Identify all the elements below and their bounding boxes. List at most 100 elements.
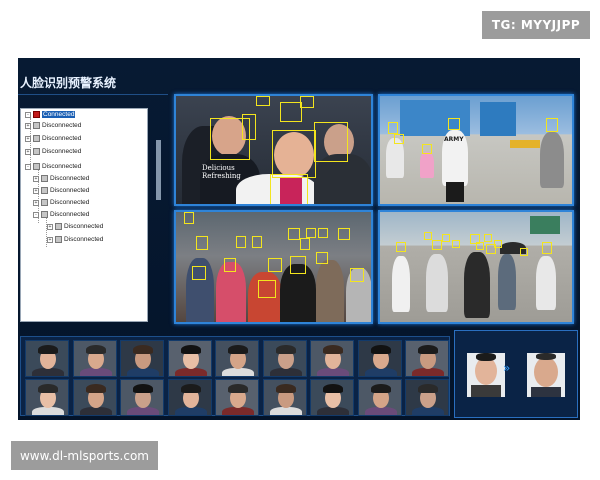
hair bbox=[323, 384, 343, 393]
captured-face-thumb[interactable] bbox=[310, 340, 354, 377]
captured-face-thumb[interactable] bbox=[262, 340, 307, 377]
camera-1-scene: Delicious Refreshing bbox=[176, 96, 371, 204]
alert-face-database[interactable] bbox=[527, 353, 565, 397]
captured-face-thumb[interactable] bbox=[167, 379, 212, 416]
tree-item-label: Disconnected bbox=[50, 211, 90, 218]
app-title: 人脸识别预警系统 bbox=[20, 76, 117, 90]
face-detection-box bbox=[224, 258, 236, 272]
camera-feed-2[interactable]: ARMY bbox=[378, 94, 574, 206]
watermark-url: www.dl-mlsports.com bbox=[11, 441, 158, 470]
collapse-icon[interactable]: - bbox=[33, 211, 39, 218]
face-detection-box bbox=[396, 242, 406, 252]
expand-icon[interactable]: + bbox=[47, 223, 53, 230]
shoulders bbox=[79, 407, 112, 415]
captured-face-thumb[interactable] bbox=[25, 379, 69, 416]
person-figure bbox=[386, 138, 404, 178]
device-tree-panel[interactable]: - Connected + Disconnected + Disconnecte… bbox=[20, 108, 148, 322]
shoulders bbox=[79, 368, 112, 376]
collapse-icon[interactable]: - bbox=[25, 111, 31, 118]
shoulders bbox=[269, 368, 302, 376]
face-detection-box bbox=[318, 228, 328, 238]
tree-item-3[interactable]: + Disconnected bbox=[25, 146, 81, 157]
expand-icon[interactable]: + bbox=[33, 187, 39, 194]
tree-item-9[interactable]: + Disconnected bbox=[47, 221, 103, 232]
face-detection-box bbox=[494, 240, 502, 248]
captured-face-thumb[interactable] bbox=[72, 379, 117, 416]
captured-face-thumb[interactable] bbox=[215, 340, 259, 377]
camera-feed-3[interactable] bbox=[174, 210, 373, 324]
face-detection-box bbox=[316, 252, 328, 264]
shoulders bbox=[269, 407, 302, 415]
captured-face-thumb[interactable] bbox=[262, 379, 307, 416]
hair bbox=[418, 345, 438, 354]
face-detection-box bbox=[270, 174, 308, 204]
alert-match-panel[interactable]: » bbox=[454, 330, 578, 418]
face-detection-box bbox=[252, 236, 262, 248]
captured-face-thumb[interactable] bbox=[120, 379, 164, 416]
captured-face-thumb[interactable] bbox=[215, 379, 259, 416]
camera-icon bbox=[41, 211, 48, 218]
hair bbox=[275, 384, 296, 393]
captured-face-thumb[interactable] bbox=[25, 340, 69, 377]
tree-item-10[interactable]: + Disconnected bbox=[47, 234, 103, 245]
tree-item-label: Disconnected bbox=[64, 236, 104, 243]
captured-face-thumb[interactable] bbox=[167, 340, 212, 377]
hair bbox=[418, 384, 438, 393]
tree-item-2[interactable]: + Disconnected bbox=[25, 133, 81, 144]
tree-item-1[interactable]: + Disconnected bbox=[25, 120, 81, 131]
collapse-icon[interactable]: - bbox=[25, 163, 31, 170]
face-detection-box bbox=[192, 266, 206, 280]
expand-icon[interactable]: + bbox=[25, 135, 31, 142]
tree-item-8[interactable]: - Disconnected bbox=[33, 209, 89, 220]
face-detection-box bbox=[388, 122, 398, 134]
face-detection-box bbox=[546, 118, 558, 132]
shoulders bbox=[412, 407, 444, 415]
shoulders bbox=[174, 368, 207, 376]
hair bbox=[228, 384, 248, 393]
camera-icon bbox=[41, 187, 48, 194]
camera-icon bbox=[33, 163, 40, 170]
tree-item-4[interactable]: - Disconnected bbox=[25, 161, 81, 172]
watermark-telegram: TG: MYYJJPP bbox=[482, 11, 590, 39]
tree-item-label: Disconnected bbox=[50, 187, 90, 194]
captured-face-thumb[interactable] bbox=[405, 340, 449, 377]
captured-face-thumb[interactable] bbox=[357, 379, 402, 416]
tree-item-7[interactable]: + Disconnected bbox=[33, 197, 89, 208]
expand-icon[interactable]: + bbox=[47, 236, 53, 243]
tree-item-6[interactable]: + Disconnected bbox=[33, 185, 89, 196]
expand-icon[interactable]: + bbox=[25, 148, 31, 155]
tree-item-label: Connected bbox=[42, 111, 76, 118]
shoulders bbox=[364, 368, 397, 376]
face bbox=[475, 357, 497, 385]
captured-face-thumb[interactable] bbox=[405, 379, 449, 416]
shoulders bbox=[412, 368, 444, 376]
expand-icon[interactable]: + bbox=[33, 199, 39, 206]
face-detection-box bbox=[242, 114, 256, 140]
hair bbox=[476, 353, 496, 361]
tree-scrollbar[interactable] bbox=[156, 140, 161, 200]
shoulders bbox=[222, 368, 254, 376]
camera-feed-4[interactable] bbox=[378, 210, 574, 324]
face-detection-box bbox=[448, 118, 460, 130]
surveillance-screen: 人脸识别预警系统 - Connected + Disconnected + Di… bbox=[18, 58, 580, 420]
shoulders bbox=[32, 368, 64, 376]
hair bbox=[180, 384, 201, 393]
shoulders bbox=[32, 407, 64, 415]
person-figure bbox=[540, 132, 564, 188]
captured-face-thumb[interactable] bbox=[357, 340, 402, 377]
person-figure bbox=[536, 256, 556, 310]
person-figure bbox=[316, 260, 344, 322]
captured-face-thumb[interactable] bbox=[310, 379, 354, 416]
captured-face-thumb[interactable] bbox=[120, 340, 164, 377]
expand-icon[interactable]: + bbox=[33, 175, 39, 182]
tree-item-0[interactable]: - Connected bbox=[25, 109, 76, 120]
hair bbox=[370, 384, 391, 393]
expand-icon[interactable]: + bbox=[25, 122, 31, 129]
alert-face-captured[interactable] bbox=[467, 353, 505, 397]
tree-item-label: Disconnected bbox=[50, 175, 90, 182]
face-detection-box bbox=[236, 236, 246, 248]
camera-icon bbox=[33, 122, 40, 129]
captured-face-thumb[interactable] bbox=[72, 340, 117, 377]
camera-feed-1[interactable]: Delicious Refreshing bbox=[174, 94, 373, 206]
tree-item-5[interactable]: + Disconnected bbox=[33, 173, 89, 184]
